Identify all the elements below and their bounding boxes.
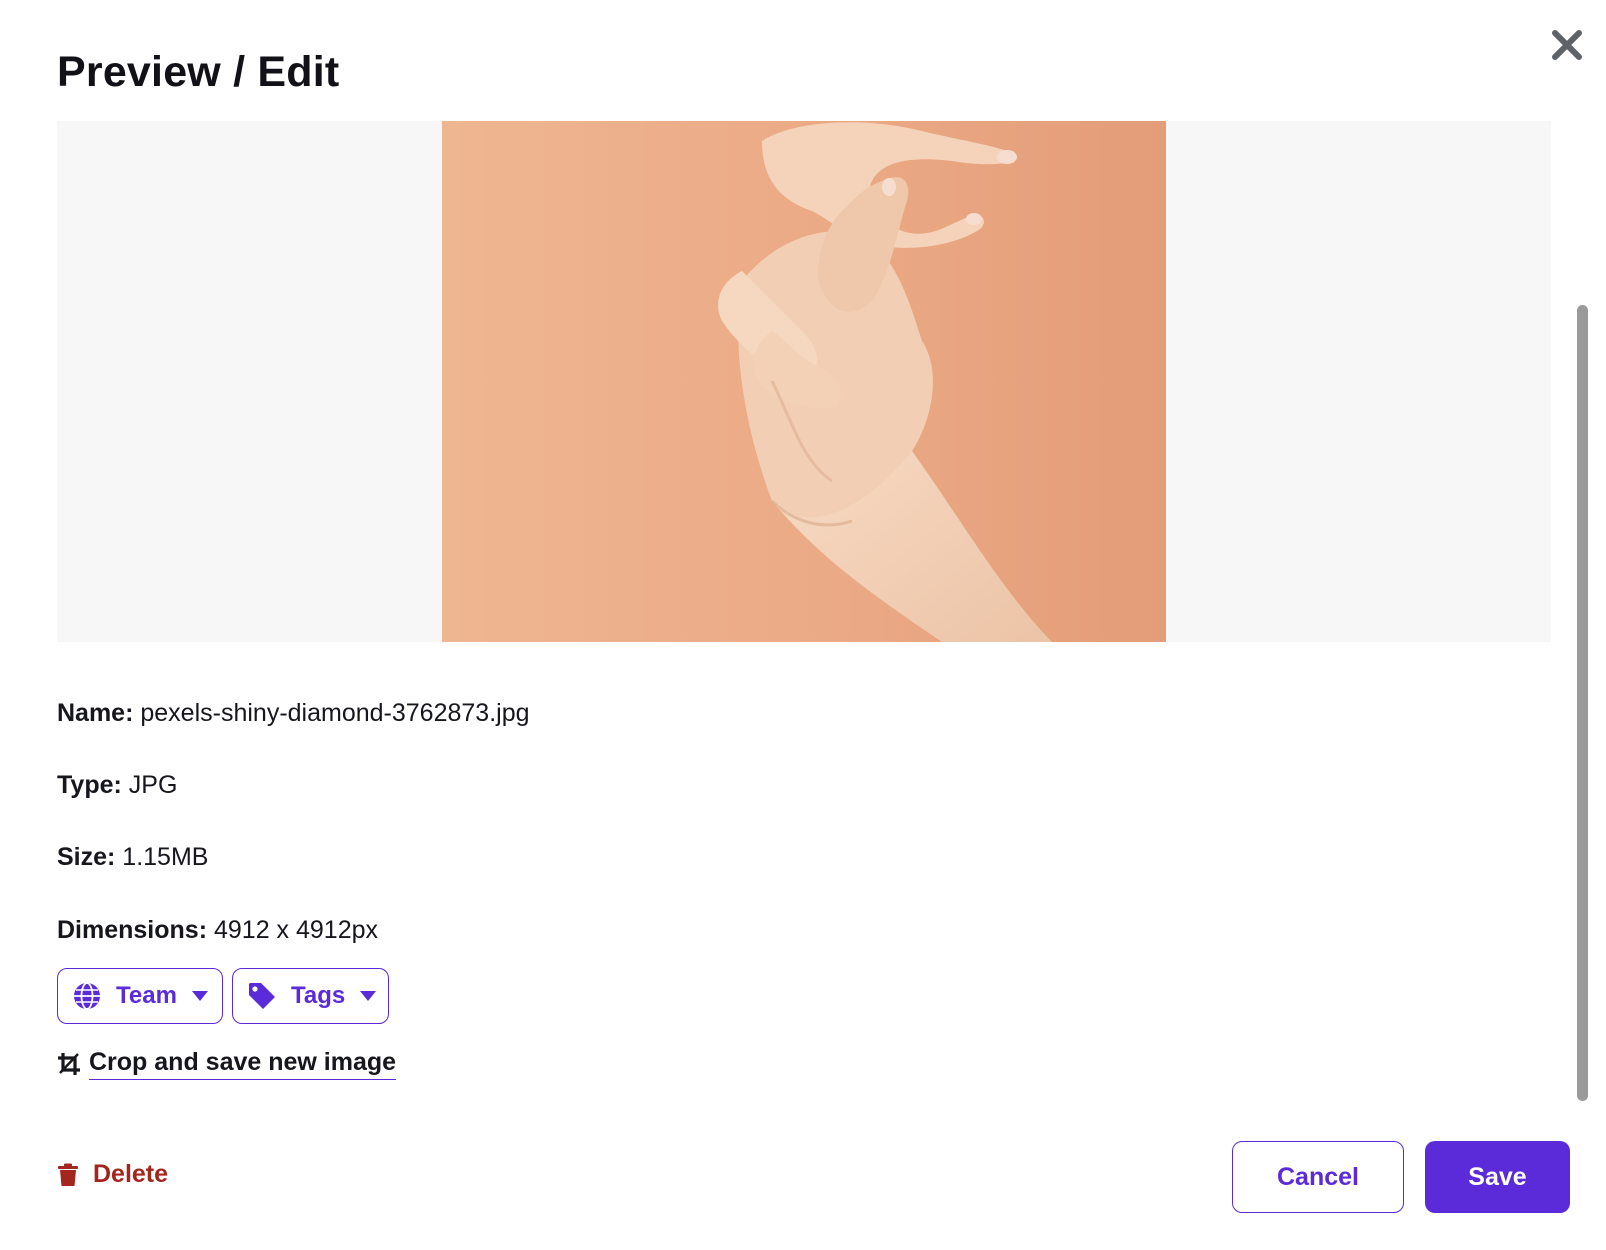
size-label: Size: [57, 843, 123, 871]
tags-dropdown[interactable]: Tags [232, 968, 389, 1024]
team-dropdown[interactable]: Team [57, 968, 223, 1024]
size-value: 1.15MB [122, 843, 209, 871]
globe-icon [74, 982, 100, 1010]
close-icon [1552, 30, 1582, 60]
delete-button[interactable]: Delete [57, 1160, 168, 1189]
delete-label: Delete [93, 1160, 169, 1188]
name-label: Name: [57, 699, 141, 727]
team-label: Team [116, 982, 177, 1009]
cancel-button[interactable]: Cancel [1232, 1141, 1404, 1213]
dimensions-row: Dimensions: 4912 x 4912px [57, 914, 378, 946]
name-value: pexels-shiny-diamond-3762873.jpg [140, 699, 530, 727]
chevron-down-icon [191, 991, 208, 1001]
preview-image [442, 121, 1166, 642]
close-button[interactable] [1550, 28, 1584, 62]
scrollbar-thumb[interactable] [1577, 305, 1588, 1101]
crop-and-save-link[interactable]: Crop and save new image [57, 1048, 397, 1080]
type-row: Type: JPG [57, 769, 177, 801]
size-row: Size: 1.15MB [57, 841, 208, 873]
dimensions-label: Dimensions: [57, 916, 214, 944]
trash-icon [58, 1163, 78, 1186]
dialog-title: Preview / Edit [57, 48, 340, 96]
tag-icon [249, 983, 275, 1009]
chevron-down-icon [360, 991, 377, 1001]
crop-icon [58, 1053, 80, 1075]
dimensions-value: 4912 x 4912px [213, 916, 379, 944]
tags-label: Tags [291, 982, 346, 1009]
preview-edit-dialog: Preview / Edit Name: pexels-shiny-diamon… [0, 0, 1606, 1250]
name-row: Name: pexels-shiny-diamond-3762873.jpg [57, 697, 530, 729]
crop-label: Crop and save new image [89, 1048, 397, 1080]
image-preview-area [57, 121, 1551, 642]
type-value: JPG [128, 771, 178, 799]
type-label: Type: [57, 771, 129, 799]
save-button[interactable]: Save [1425, 1141, 1570, 1213]
hands-photo [442, 121, 1166, 642]
